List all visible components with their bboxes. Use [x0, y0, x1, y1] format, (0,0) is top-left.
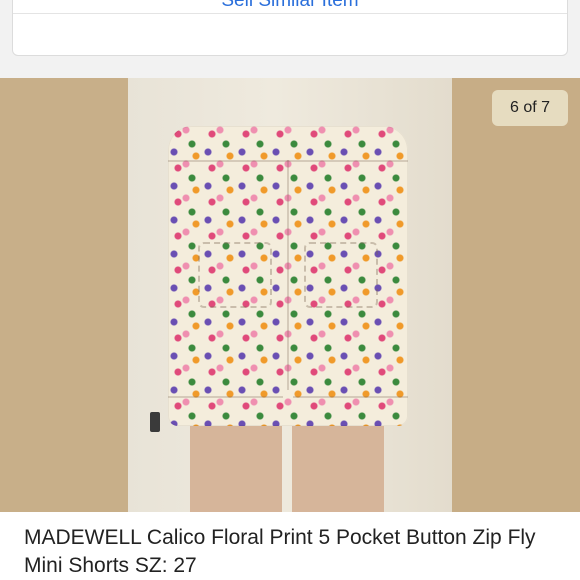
back-pocket-right: [304, 242, 378, 308]
center-seam: [287, 160, 289, 390]
photo-counter-badge: 6 of 7: [492, 90, 568, 126]
sell-similar-card: Sell Similar Item: [12, 0, 568, 56]
listing-title: MADEWELL Calico Floral Print 5 Pocket Bu…: [24, 526, 536, 577]
back-pocket-left: [198, 242, 272, 308]
listing-photo[interactable]: [0, 78, 580, 512]
card-divider: [13, 13, 567, 14]
floral-shorts: [168, 126, 408, 426]
cord-plug: [150, 412, 160, 432]
waistband: [168, 126, 408, 162]
photo-background-left: [0, 78, 128, 512]
sell-similar-link[interactable]: Sell Similar Item: [13, 0, 567, 11]
top-area: Sell Similar Item: [0, 0, 580, 78]
photo-background-right: [452, 78, 580, 512]
cuff-left: [168, 396, 284, 426]
cuff-right: [292, 396, 408, 426]
